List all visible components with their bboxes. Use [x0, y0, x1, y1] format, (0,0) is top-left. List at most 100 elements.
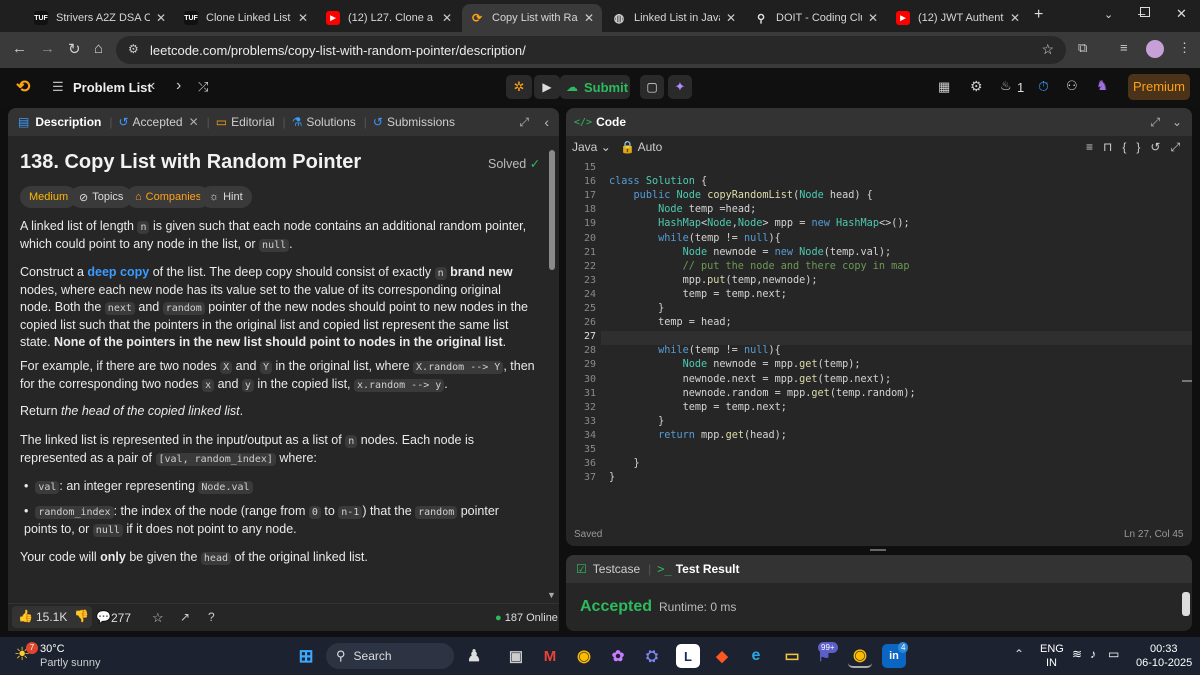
url-field[interactable]: ⚙ leetcode.com/problems/copy-list-with-r…	[116, 36, 1066, 64]
lens-app-icon[interactable]: L	[676, 644, 700, 668]
chevron-down-icon[interactable]: ⌄	[1104, 8, 1113, 21]
code-line[interactable]: HashMap<Node,Node> mpp = new HashMap<>()…	[609, 218, 910, 229]
code-line[interactable]: while(temp != null){	[609, 233, 781, 244]
code-line[interactable]: temp = temp.next;	[609, 289, 787, 300]
bookmark-icon[interactable]: ⊓	[1103, 140, 1122, 154]
code-line[interactable]: // put the node and there copy in map	[609, 261, 910, 272]
tab-test-result[interactable]: Test Result	[676, 562, 740, 576]
bookmark-star-icon[interactable]: ☆	[1041, 41, 1054, 58]
tab-solutions[interactable]: Solutions	[306, 115, 355, 129]
code-line[interactable]: }	[609, 303, 664, 314]
description-scrollbar[interactable]	[549, 150, 555, 270]
site-info-icon[interactable]: ⚙	[128, 42, 139, 56]
edge-icon[interactable]: e	[744, 644, 768, 668]
collapse-chevron-icon[interactable]: ‹	[544, 114, 549, 130]
browser-tab[interactable]: ⚲ DOIT - Coding Club ✕	[746, 4, 886, 32]
tab-submissions[interactable]: Submissions	[387, 115, 455, 129]
ai-sparkle-icon[interactable]: ✦	[668, 75, 692, 99]
menu-icon[interactable]: ⋮	[1178, 40, 1191, 56]
brave-icon[interactable]: ◆	[710, 644, 734, 668]
maximize-icon[interactable]: ⤢	[1150, 115, 1160, 130]
file-explorer-icon[interactable]: ▭	[780, 644, 804, 668]
battery-icon[interactable]: ▭	[1108, 647, 1119, 661]
tab-testcase[interactable]: Testcase	[593, 562, 640, 576]
browser-tab[interactable]: TUF Strivers A2Z DSA Cou ✕	[26, 4, 174, 32]
teams-icon[interactable]: ⛭	[640, 644, 664, 668]
thumbs-down-icon[interactable]: 👎	[74, 609, 89, 623]
deep-copy-link[interactable]: deep copy	[87, 265, 149, 279]
language-indicator[interactable]: ENG	[1040, 643, 1064, 655]
run-button[interactable]: ▶	[534, 75, 560, 99]
scroll-down-icon[interactable]: ▼	[547, 590, 556, 600]
code-line[interactable]: newnode.next = mpp.get(temp.next);	[609, 374, 892, 385]
help-icon[interactable]: ?	[208, 610, 215, 624]
notes-icon[interactable]: ▢	[640, 75, 664, 99]
forward-icon[interactable]: →	[40, 40, 55, 57]
code-line[interactable]: Node temp =head;	[609, 204, 756, 215]
next-problem-icon[interactable]: ›	[176, 77, 181, 95]
user-avatar-icon[interactable]: ♞	[1096, 77, 1109, 94]
problem-list-link[interactable]: Problem List	[73, 80, 152, 95]
premium-button[interactable]: Premium	[1128, 74, 1190, 100]
close-window-icon[interactable]: ✕	[1176, 6, 1187, 22]
chrome-active-icon[interactable]: ◉	[848, 644, 872, 668]
wifi-icon[interactable]: ≋	[1072, 647, 1082, 661]
code-line[interactable]: temp = temp.next;	[609, 402, 787, 413]
clock-time[interactable]: 00:33	[1150, 643, 1178, 655]
share-icon[interactable]: ↗	[180, 610, 190, 624]
windows-start-icon[interactable]: ⊞	[294, 644, 318, 668]
close-icon[interactable]: ✕	[726, 11, 736, 25]
code-line[interactable]: }	[609, 416, 664, 427]
code-line[interactable]: return mpp.get(head);	[609, 430, 787, 441]
layout-icon[interactable]: ▦	[938, 79, 950, 95]
shuffle-icon[interactable]: ⤮	[198, 79, 208, 95]
volume-icon[interactable]: ♪	[1090, 647, 1096, 661]
resize-handle[interactable]	[870, 549, 886, 551]
restore-icon[interactable]	[1140, 7, 1150, 17]
taskbar-search[interactable]: ⚲ Search	[326, 643, 454, 669]
close-icon[interactable]: ✕	[189, 115, 199, 129]
auto-mode[interactable]: 🔒 Auto	[620, 140, 662, 154]
reload-icon[interactable]: ↻	[68, 40, 81, 58]
close-icon[interactable]: ✕	[156, 11, 166, 25]
tab-editorial[interactable]: Editorial	[231, 115, 274, 129]
collapse-icon[interactable]: ⌄	[1172, 115, 1182, 129]
add-friend-icon[interactable]: ⚇	[1066, 78, 1078, 94]
browser-tab[interactable]: ▶ (12) JWT Authenticat ✕	[888, 4, 1028, 32]
language-select[interactable]: Java ⌄	[572, 140, 611, 154]
code-line[interactable]: Node newnode = new Node(temp.val);	[609, 247, 892, 258]
topics-chip[interactable]: ⊘ Topics	[70, 186, 133, 208]
extensions-icon[interactable]: ⧉	[1078, 40, 1087, 56]
code-line[interactable]: }	[609, 472, 615, 483]
hint-chip[interactable]: ☼ Hint	[200, 186, 252, 208]
close-icon[interactable]: ✕	[442, 11, 452, 25]
code-line[interactable]: }	[609, 458, 640, 469]
close-icon[interactable]: ✕	[584, 11, 594, 25]
gmail-icon[interactable]: M	[538, 644, 562, 668]
browser-tab-active[interactable]: ⟳ Copy List with Rando ✕	[462, 4, 602, 32]
code-line[interactable]: newnode.random = mpp.get(temp.random);	[609, 388, 916, 399]
braces-icon[interactable]: {}	[1122, 140, 1150, 154]
like-button[interactable]: 👍 15.1K 👎	[12, 606, 92, 628]
companies-chip[interactable]: ⌂ Companies	[126, 186, 211, 208]
back-icon[interactable]: ←	[12, 40, 27, 57]
submit-button[interactable]: ☁ Submit	[560, 75, 630, 99]
browser-tab[interactable]: ◍ Linked List in Java ✕	[604, 4, 744, 32]
debug-icon[interactable]: ✲	[506, 75, 532, 99]
browser-tab[interactable]: ▶ (12) L27. Clone a Link ✕	[318, 4, 460, 32]
code-line[interactable]: while(temp != null){	[609, 345, 781, 356]
code-line[interactable]: Node newnode = mpp.get(temp);	[609, 359, 861, 370]
code-line[interactable]: public Node copyRandomList(Node head) {	[609, 190, 873, 201]
timer-icon[interactable]: ⏱	[1038, 78, 1049, 95]
result-scrollbar[interactable]	[1182, 592, 1190, 616]
copilot-icon[interactable]: ✿	[606, 644, 630, 668]
close-icon[interactable]: ✕	[868, 11, 878, 25]
code-line[interactable]: mpp.put(temp,newnode);	[609, 275, 818, 286]
fullscreen-icon[interactable]: ⤢	[1170, 140, 1190, 154]
browser-tab[interactable]: TUF Clone Linked List wit ✕	[176, 4, 316, 32]
format-icon[interactable]: ≡	[1086, 140, 1103, 154]
media-icon[interactable]: ≡	[1120, 40, 1128, 55]
tray-chevron-icon[interactable]: ⌃	[1014, 647, 1024, 661]
home-icon[interactable]: ⌂	[94, 40, 103, 57]
task-view-icon[interactable]: ▣	[504, 644, 528, 668]
